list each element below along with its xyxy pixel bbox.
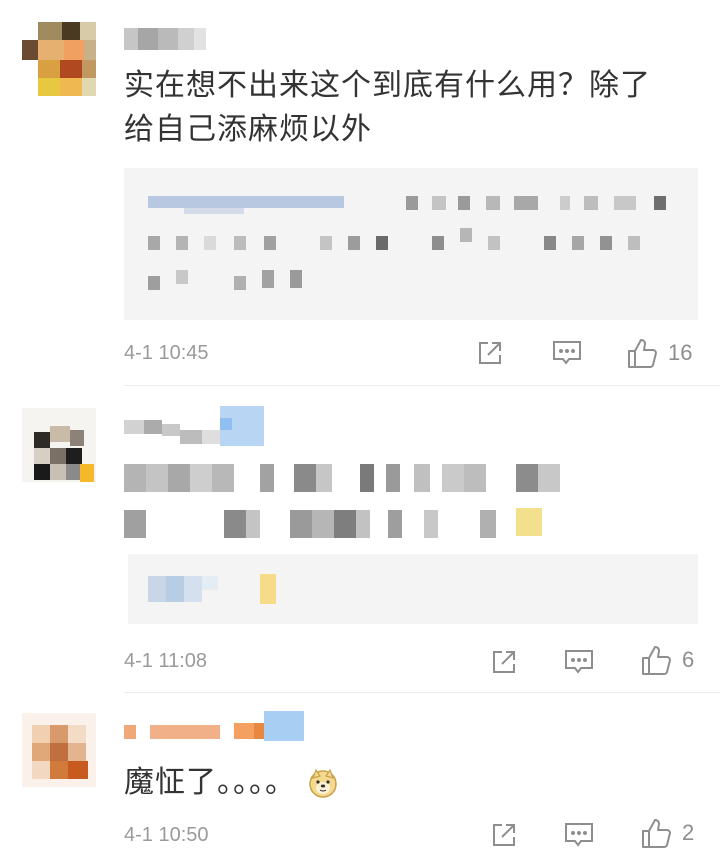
reply-icon bbox=[565, 823, 593, 847]
comment-3: 魔怔了。。。。 4-1 10:50 2 bbox=[0, 693, 720, 867]
timestamp: 4-1 10:45 bbox=[124, 342, 209, 364]
thumbs-up-icon bbox=[628, 339, 657, 368]
thumbs-up-icon bbox=[642, 819, 671, 848]
quoted-reply-box[interactable] bbox=[124, 168, 698, 320]
comment-2: 4-1 11:08 6 bbox=[0, 386, 720, 693]
like-count: 6 bbox=[682, 647, 695, 672]
share-icon bbox=[493, 651, 515, 673]
comment-text: 魔怔了。。。。 bbox=[124, 761, 338, 805]
comment-text-redacted bbox=[124, 460, 584, 548]
doge-emoji-icon bbox=[308, 768, 338, 798]
quoted-reply-box[interactable] bbox=[128, 554, 698, 624]
reply-button[interactable] bbox=[564, 648, 594, 676]
username[interactable] bbox=[124, 24, 206, 54]
like-button[interactable]: 6 bbox=[640, 644, 694, 676]
reply-icon bbox=[565, 650, 593, 674]
username[interactable] bbox=[124, 711, 304, 747]
like-count: 2 bbox=[682, 820, 695, 845]
like-button[interactable]: 16 bbox=[626, 337, 692, 369]
reply-icon bbox=[553, 341, 581, 365]
reply-button[interactable] bbox=[552, 339, 582, 367]
avatar[interactable] bbox=[22, 713, 96, 787]
share-button[interactable] bbox=[490, 648, 518, 676]
comment-text-line-2: 给自己添麻烦以外 bbox=[124, 112, 372, 147]
comment-1: 实在想不出来这个到底有什么用？除了 给自己添麻烦以外 4-1 10:45 16 bbox=[0, 0, 720, 386]
comment-text-line-1: 实在想不出来这个到底有什么用？除了 bbox=[124, 68, 651, 103]
username[interactable] bbox=[124, 406, 264, 448]
timestamp: 4-1 10:50 bbox=[124, 824, 209, 846]
share-icon bbox=[479, 342, 501, 364]
thumbs-up-icon bbox=[642, 646, 671, 675]
share-button[interactable] bbox=[490, 821, 518, 849]
like-count: 16 bbox=[668, 340, 693, 365]
avatar[interactable] bbox=[22, 408, 96, 482]
timestamp: 4-1 11:08 bbox=[124, 650, 208, 672]
comment-text-content: 魔怔了。。。。 bbox=[124, 765, 296, 800]
like-button[interactable]: 2 bbox=[640, 817, 694, 849]
reply-button[interactable] bbox=[564, 821, 594, 849]
share-button[interactable] bbox=[476, 339, 504, 367]
avatar[interactable] bbox=[22, 22, 96, 96]
share-icon bbox=[493, 824, 515, 846]
